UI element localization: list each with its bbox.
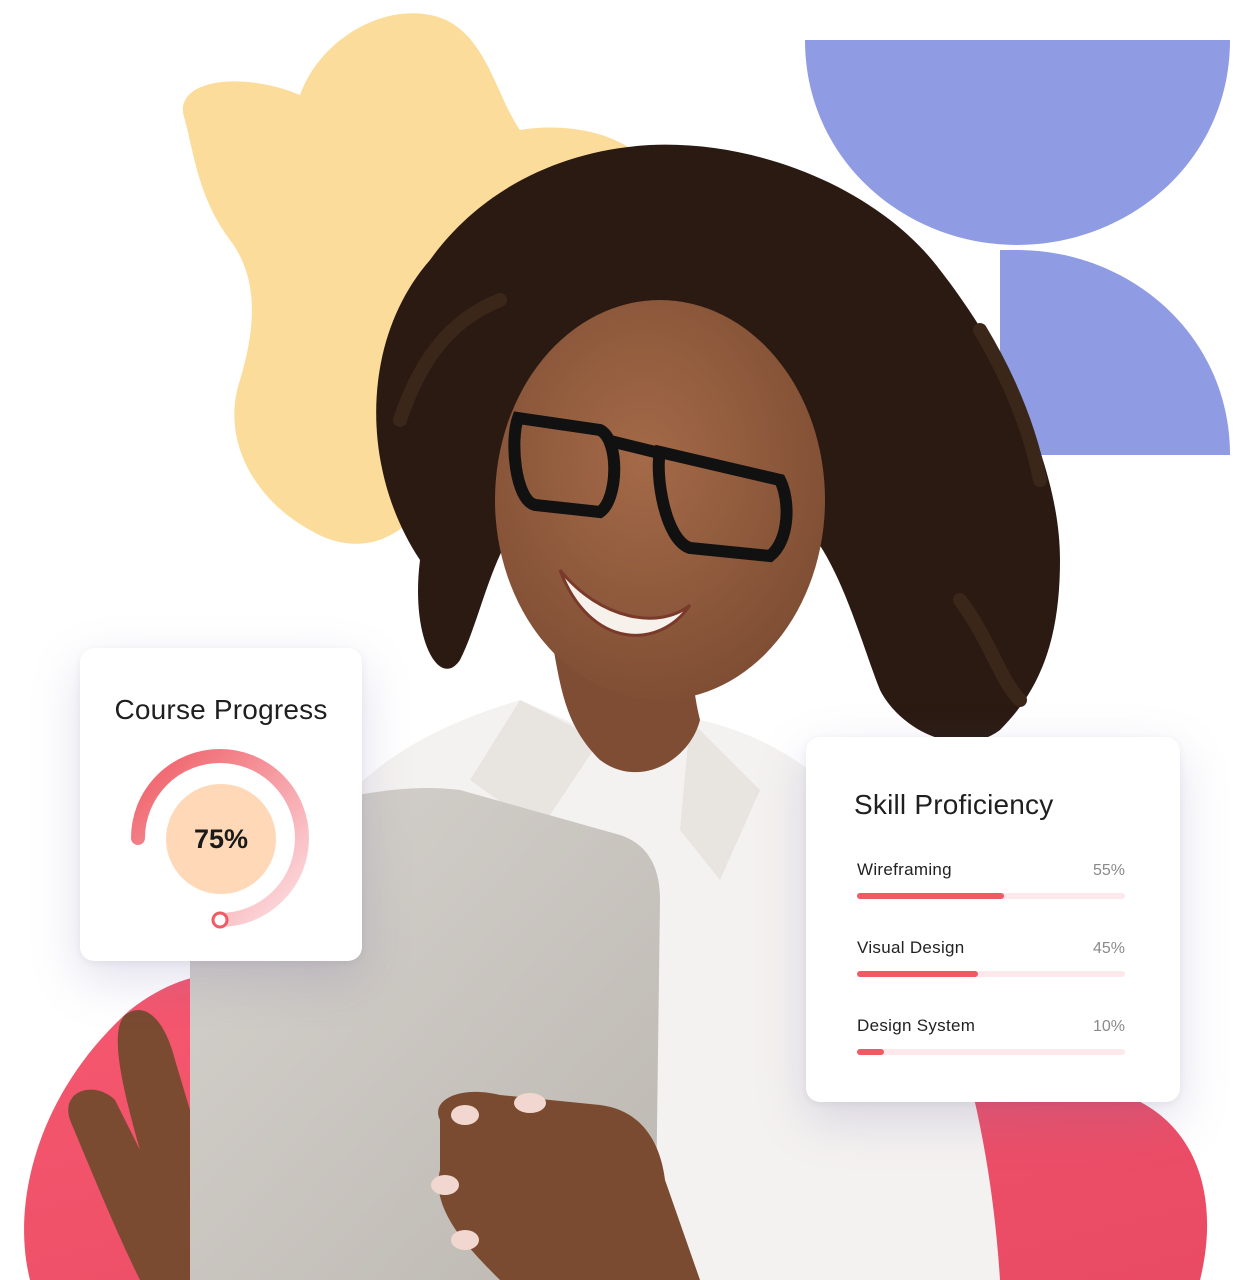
skill-track — [857, 971, 1125, 977]
skill-proficiency-title: Skill Proficiency — [854, 789, 1054, 820]
hero-illustration: Course Progress 75% Skill Proficiency Wi… — [0, 0, 1260, 1280]
skill-track — [857, 893, 1125, 899]
skill-percent: 10% — [1092, 1018, 1125, 1035]
skill-name: Wireframing — [857, 860, 952, 879]
skill-fill-bar — [857, 1049, 884, 1055]
blue-quarter-shape — [1000, 250, 1230, 455]
skill-name: Design System — [857, 1016, 976, 1035]
skill-percent: 55% — [1092, 862, 1125, 879]
skill-proficiency-card: Skill Proficiency Wireframing 55% Visual… — [806, 737, 1180, 1102]
course-progress-title: Course Progress — [114, 694, 328, 725]
skill-track — [857, 1049, 1125, 1055]
skill-name: Visual Design — [857, 938, 965, 957]
gauge-knob — [211, 911, 229, 929]
course-progress-value: 75% — [166, 784, 276, 894]
skill-fill-bar — [857, 971, 978, 977]
skill-fill-bar — [857, 893, 1005, 899]
skill-percent: 45% — [1092, 940, 1125, 957]
